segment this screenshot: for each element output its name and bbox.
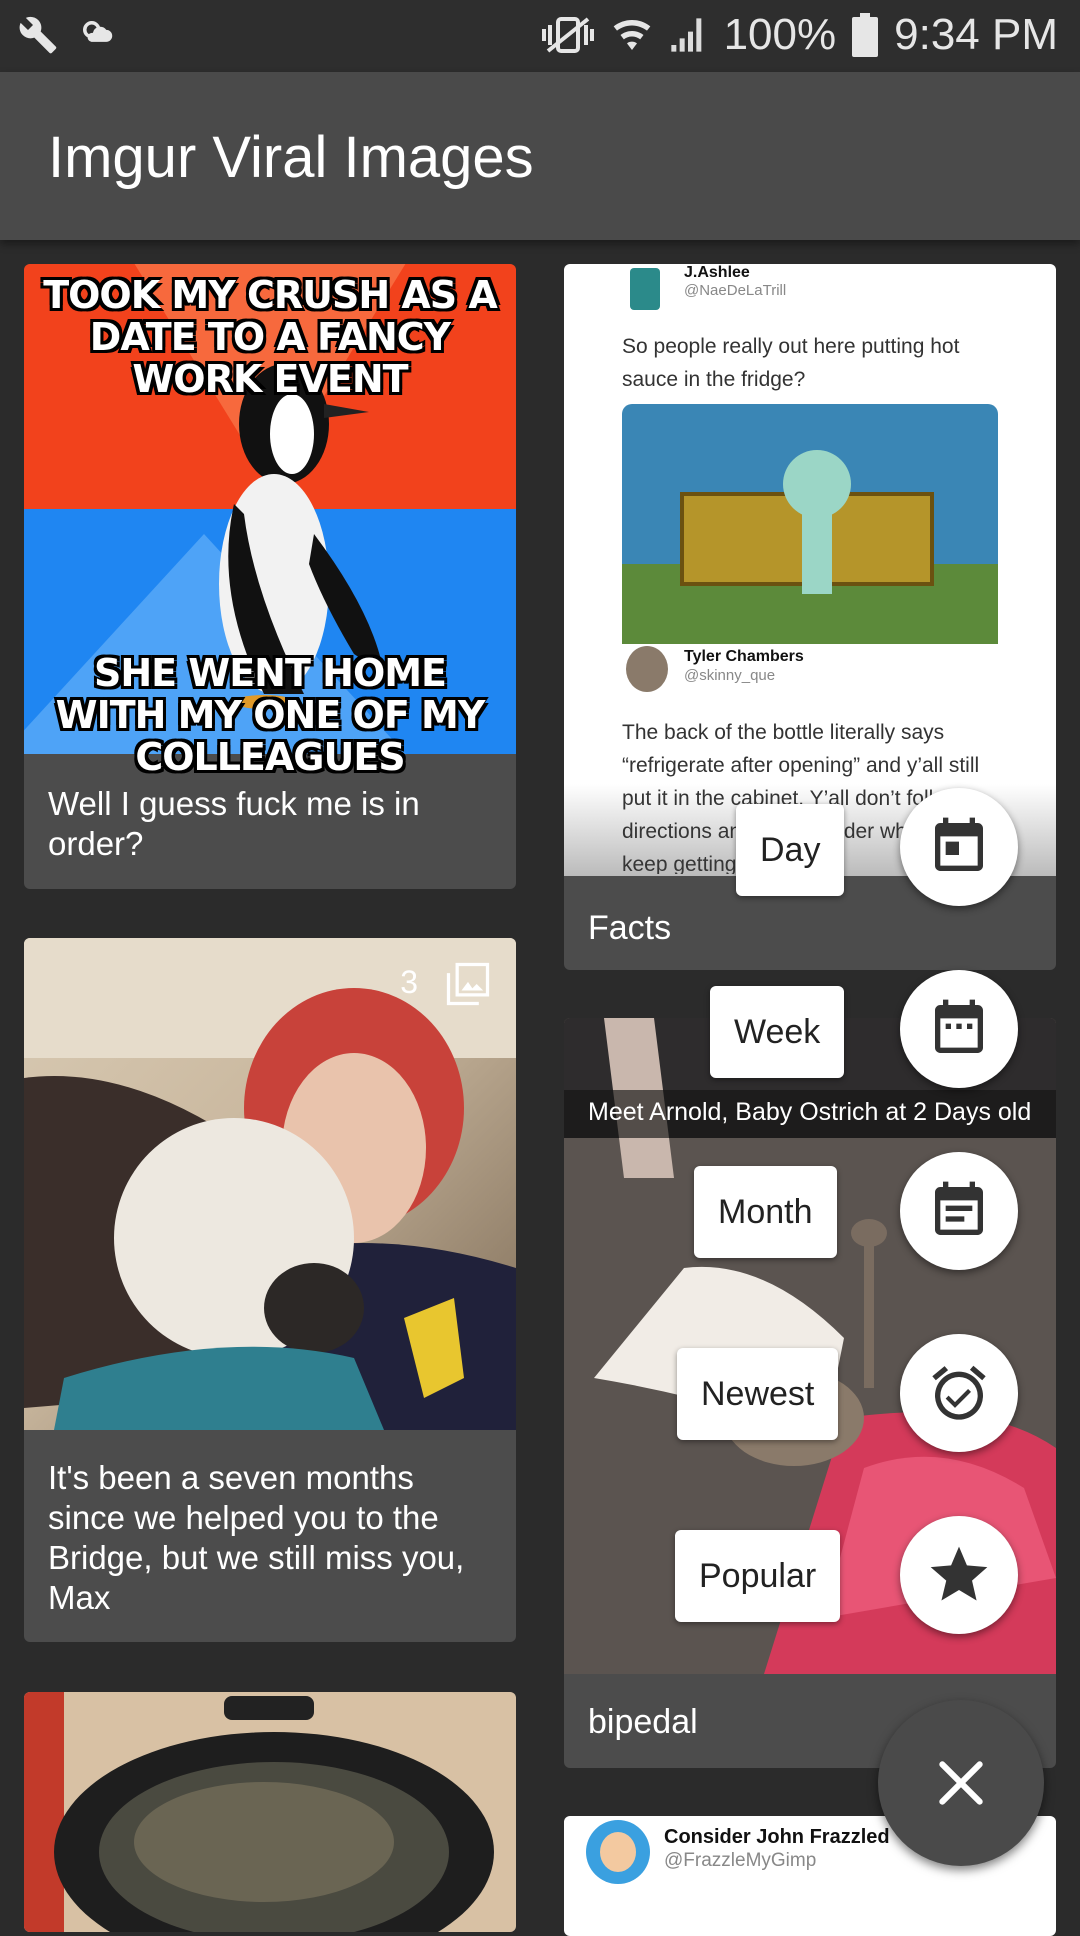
wifi-icon: [613, 20, 650, 50]
fab-week-button[interactable]: [900, 970, 1018, 1088]
fab-newest-button[interactable]: [900, 1334, 1018, 1452]
album-count: 3: [400, 964, 418, 1000]
fab-week-label[interactable]: Week: [710, 986, 845, 1078]
star-icon: [930, 1546, 988, 1601]
fab-newest-label[interactable]: Newest: [677, 1348, 839, 1440]
app-bar: Imgur Viral Images: [0, 72, 1080, 240]
signal-icon: [670, 18, 701, 52]
battery-percent: 100%: [723, 10, 837, 59]
avatar: [626, 646, 668, 692]
post-card[interactable]: TOOK MY CRUSH AS A DATE TO A FANCY WORK …: [24, 264, 516, 889]
status-right: 100% 9:34 PM: [540, 10, 1058, 60]
avatar: [630, 268, 660, 310]
calendar-day-icon: [935, 817, 983, 871]
calendar-week-icon: [935, 999, 983, 1053]
album-icon: [446, 962, 490, 1006]
fab-popular-label[interactable]: Popular: [675, 1530, 841, 1622]
page-title: Imgur Viral Images: [48, 125, 534, 190]
post-caption: Well I guess fuck me is in order?: [48, 785, 420, 862]
photo-content: [24, 938, 516, 1430]
post-image[interactable]: [24, 1692, 516, 1932]
overlay-title-bar: Meet Arnold, Baby Ostrich at 2 Days old: [564, 1090, 1056, 1138]
post-caption: It's been a seven months since we helped…: [48, 1459, 465, 1616]
post-image[interactable]: J.Ashlee @NaeDeLaTrill So people really …: [564, 264, 1056, 876]
tweet-author-handle: @skinny_que: [684, 667, 776, 684]
tweet-author-handle: @FrazzleMyGimp: [664, 1850, 817, 1871]
battery-icon: [852, 13, 879, 57]
weather-icon: [83, 21, 113, 42]
overlay-title: Meet Arnold, Baby Ostrich at 2 Days old: [588, 1098, 1032, 1126]
calendar-month-icon: [935, 1181, 983, 1235]
tweet-author-name: Tyler Chambers: [684, 648, 804, 665]
meme-top-text: TOOK MY CRUSH AS A DATE TO A FANCY WORK …: [43, 273, 498, 401]
status-bar: 100% 9:34 PM: [0, 0, 1080, 72]
clock: 9:34 PM: [894, 10, 1058, 59]
fab-day-button[interactable]: [900, 788, 1018, 906]
post-card[interactable]: 3 It's been a seven months since we help…: [24, 938, 516, 1642]
fab-popular-button[interactable]: [900, 1516, 1018, 1634]
tweet-text: So people really out here putting hot sa…: [622, 335, 960, 391]
tweet-media: [622, 404, 998, 644]
fab-month-button[interactable]: [900, 1152, 1018, 1270]
tweet-author-handle: @NaeDeLaTrill: [684, 282, 787, 299]
post-card[interactable]: [24, 1692, 516, 1932]
vibrate-icon: [541, 17, 594, 53]
tweet-author-name: J.Ashlee: [684, 264, 750, 281]
avatar: [586, 1820, 650, 1884]
fab-day-label[interactable]: Day: [736, 804, 845, 896]
status-left: [18, 14, 118, 56]
post-image[interactable]: 3: [24, 938, 516, 1430]
close-icon: [939, 1761, 983, 1805]
post-image[interactable]: TOOK MY CRUSH AS A DATE TO A FANCY WORK …: [24, 264, 516, 778]
photo-content: [24, 1692, 494, 1932]
tweet-author-name: Consider John Frazzled: [664, 1826, 890, 1848]
meme-bottom-text: SHE WENT HOME WITH MY ONE OF MY COLLEAGU…: [55, 651, 486, 779]
wrench-icon: [19, 16, 57, 54]
fab-close-button[interactable]: [878, 1700, 1044, 1866]
fab-month-label[interactable]: Month: [694, 1166, 837, 1258]
post-caption: Facts: [588, 909, 672, 947]
avatar-face: [600, 1832, 636, 1872]
alarm-check-icon: [932, 1365, 986, 1420]
